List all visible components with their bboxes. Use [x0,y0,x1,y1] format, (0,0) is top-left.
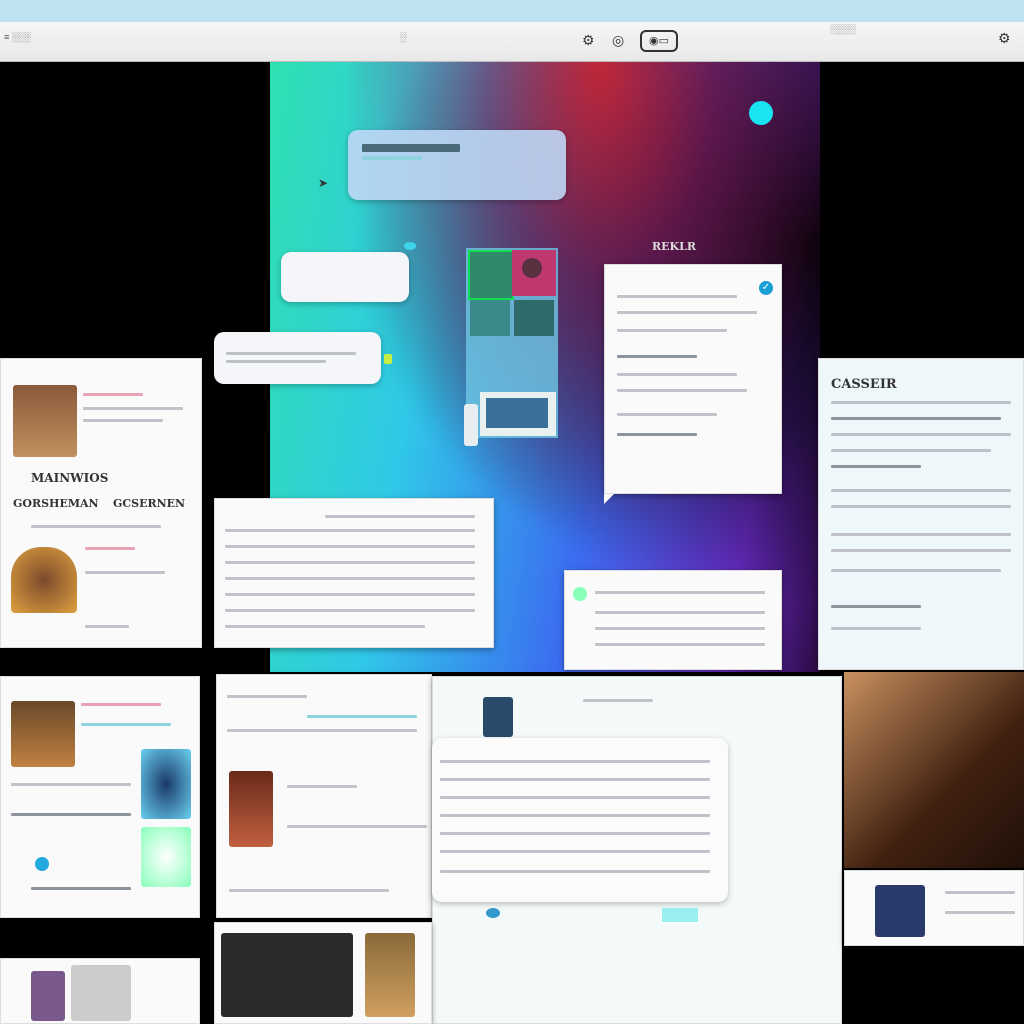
phone-image [483,697,513,737]
target-icon[interactable]: ◎ [612,32,624,49]
tile-image-4[interactable] [514,300,554,336]
settings-icon[interactable]: ⚙ [998,30,1011,47]
info-icon [573,587,587,601]
pointer-icon: ➤ [318,176,329,190]
chat-bubble-mid[interactable] [214,332,381,384]
screen-image [221,933,353,1017]
caption-image [875,885,925,937]
bottom-thumb [31,971,65,1021]
left-card-subtitle: GORSHEMAN [13,497,99,510]
center-card-bottom[interactable] [216,674,432,918]
toolbar-mid-text: ░ [400,32,407,42]
tile-tab [464,404,478,446]
avatar-image [141,749,191,819]
browser-toolbar: ≡ ░░░ ░ ░░░░ ⚙ ◎ ◉▭ ⚙ [0,22,1024,62]
scene-caption[interactable] [844,870,1024,946]
hero-label: REKLR [652,240,696,253]
scene-image [844,672,1024,868]
mini-card[interactable] [564,570,782,670]
reader-tag [662,908,698,922]
left-card-top[interactable]: MAINWIOS GORSHEMAN GCSERNEN [0,358,202,648]
status-dot [749,101,773,125]
left-card-title: MAINWIOS [31,471,109,485]
thumb-image [11,701,75,767]
badge-image [141,827,191,887]
portrait-image [13,385,77,457]
tile-image-1[interactable] [468,250,514,300]
tile-image-2[interactable] [512,250,556,296]
dot-icon [35,857,49,871]
note-tail [604,494,614,504]
bottom-card-left[interactable] [0,958,200,1024]
check-icon[interactable]: ✓ [759,281,773,295]
product-image [11,547,77,613]
bubble-dot [404,242,416,250]
reader-bubble[interactable] [432,738,728,902]
left-card-bottom[interactable] [0,676,200,918]
figure-image [365,933,415,1017]
bottle-image [229,771,273,847]
keyboard-card[interactable] [480,392,556,436]
tile-image-3[interactable] [470,300,510,336]
note-card[interactable]: ✓ [604,264,782,494]
left-card-subtitle2: GCSERNEN [113,497,186,510]
gear-icon[interactable]: ⚙ [582,32,595,49]
right-card-title: CASSEIR [831,377,897,392]
toolbar-right-text: ░░░░ [830,24,856,34]
toolbar-left-text: ≡ ░░░ [4,32,31,42]
bottom-thumb-2 [71,965,131,1021]
article-card[interactable] [214,498,494,648]
bottom-card-center[interactable] [214,922,432,1024]
camera-icon[interactable]: ◉▭ [640,30,678,52]
chat-bubble-small[interactable] [281,252,409,302]
os-top-strip [0,0,1024,22]
chat-bubble-top[interactable] [348,130,566,200]
reader-dot [486,908,500,918]
bubble-marker [384,354,392,364]
right-card[interactable]: CASSEIR [818,358,1024,670]
